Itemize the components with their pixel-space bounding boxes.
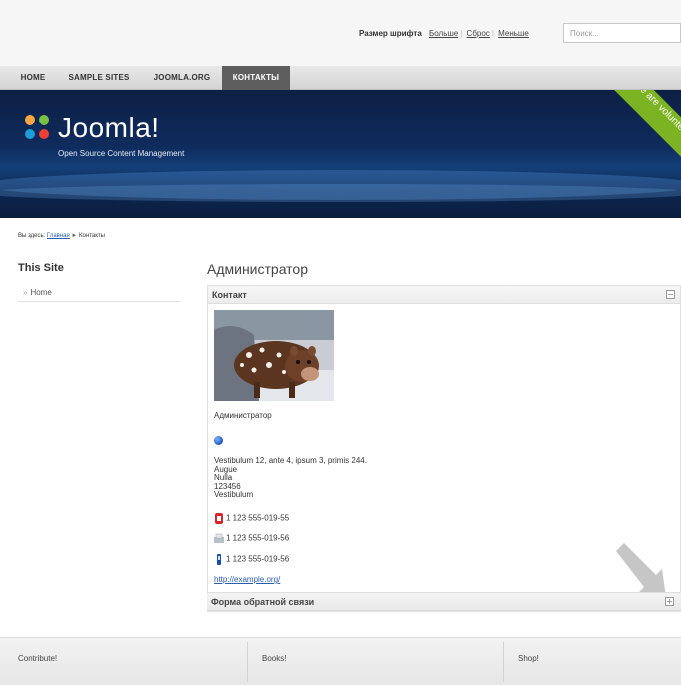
footer-shop[interactable]: Shop! — [518, 638, 539, 685]
breadcrumb-home-link[interactable]: Главная — [47, 233, 70, 239]
top-bar: Размер шрифта Больше | Сброс | Меньше Поис… — [0, 0, 681, 66]
menu-item-home[interactable]: HOME — [14, 66, 52, 90]
sidebar-title: This Site — [18, 262, 64, 274]
contact-panel-header[interactable]: Контакт − — [208, 286, 680, 304]
contact-telephone: 1 123 555-019-55 — [214, 513, 289, 524]
joomla-logo-icon — [25, 115, 49, 139]
site-tagline: Open Source Content Management — [58, 149, 185, 158]
font-smaller-link[interactable]: Меньше — [498, 29, 529, 38]
feedback-form-title: Форма обратной связи — [211, 597, 315, 607]
menu-item-sample-sites[interactable]: SAMPLE SITES — [57, 66, 141, 90]
contact-photo — [214, 310, 334, 401]
breadcrumb-current: Контакты — [79, 233, 105, 239]
font-size-label: Размер шрифта — [359, 29, 422, 38]
footer: Contribute! Books! Shop! — [0, 637, 681, 685]
menu-item-joomla-org[interactable]: JOOMLA.ORG — [145, 66, 219, 90]
address-globe-icon — [214, 436, 223, 445]
address-line: Augue — [214, 464, 238, 474]
contact-website-link[interactable]: http://example.org/ — [214, 575, 280, 584]
breadcrumb-prefix: Вы здесь: — [18, 233, 46, 239]
expand-icon[interactable]: + — [665, 597, 674, 606]
site-logo[interactable]: Joomla! — [58, 112, 160, 144]
footer-books[interactable]: Books! — [262, 638, 286, 685]
collapse-icon[interactable]: − — [666, 290, 675, 299]
menu-item-contacts[interactable]: КОНТАКТЫ — [222, 66, 290, 90]
fax-icon — [214, 533, 224, 544]
feedback-form-panel-header[interactable]: Форма обратной связи + — [207, 592, 681, 611]
telephone-icon — [214, 513, 224, 524]
footer-contribute[interactable]: Contribute! — [18, 638, 57, 685]
footer-divider — [503, 642, 504, 682]
contact-panel-title: Контакт — [212, 290, 247, 300]
mobile-number: 1 123 555-019-56 — [226, 554, 290, 564]
volunteers-ribbon[interactable]: We are volunteers! — [607, 90, 681, 169]
contact-address: Vestibulum 12, ante 4, ipsum 3, primis 2… — [214, 456, 367, 500]
page-title: Администратор — [207, 261, 309, 277]
bullet-icon: » — [23, 288, 28, 297]
main-menu: HOME SAMPLE SITES JOOMLA.ORG КОНТАКТЫ — [0, 66, 681, 90]
breadcrumb: Вы здесь: Главная ► Контакты — [18, 233, 105, 239]
font-bigger-link[interactable]: Больше — [429, 29, 458, 38]
contact-fax: 1 123 555-019-56 — [214, 533, 289, 544]
contact-mobile: 1 123 555-019-56 — [214, 554, 289, 565]
search-input[interactable]: Поиск... — [563, 23, 681, 43]
address-line: Vestibulum — [214, 490, 254, 499]
separator: | — [491, 29, 494, 38]
separator: | — [460, 29, 463, 38]
footer-divider — [247, 642, 248, 682]
banner-wave — [0, 184, 681, 202]
font-size-controls: Размер шрифта Больше | Сброс | Меньше — [359, 29, 531, 38]
mobile-phone-icon — [214, 554, 224, 565]
font-reset-link[interactable]: Сброс — [467, 29, 490, 38]
breadcrumb-separator: ► — [71, 233, 78, 239]
sidebar-item-label: Home — [30, 288, 52, 297]
fax-number: 1 123 555-019-56 — [226, 533, 290, 543]
contact-name: Администратор — [214, 411, 272, 420]
header-banner: Joomla! Open Source Content Management W… — [0, 90, 681, 218]
telephone-number: 1 123 555-019-55 — [226, 513, 290, 523]
sidebar-item-home[interactable]: » Home — [18, 285, 180, 302]
